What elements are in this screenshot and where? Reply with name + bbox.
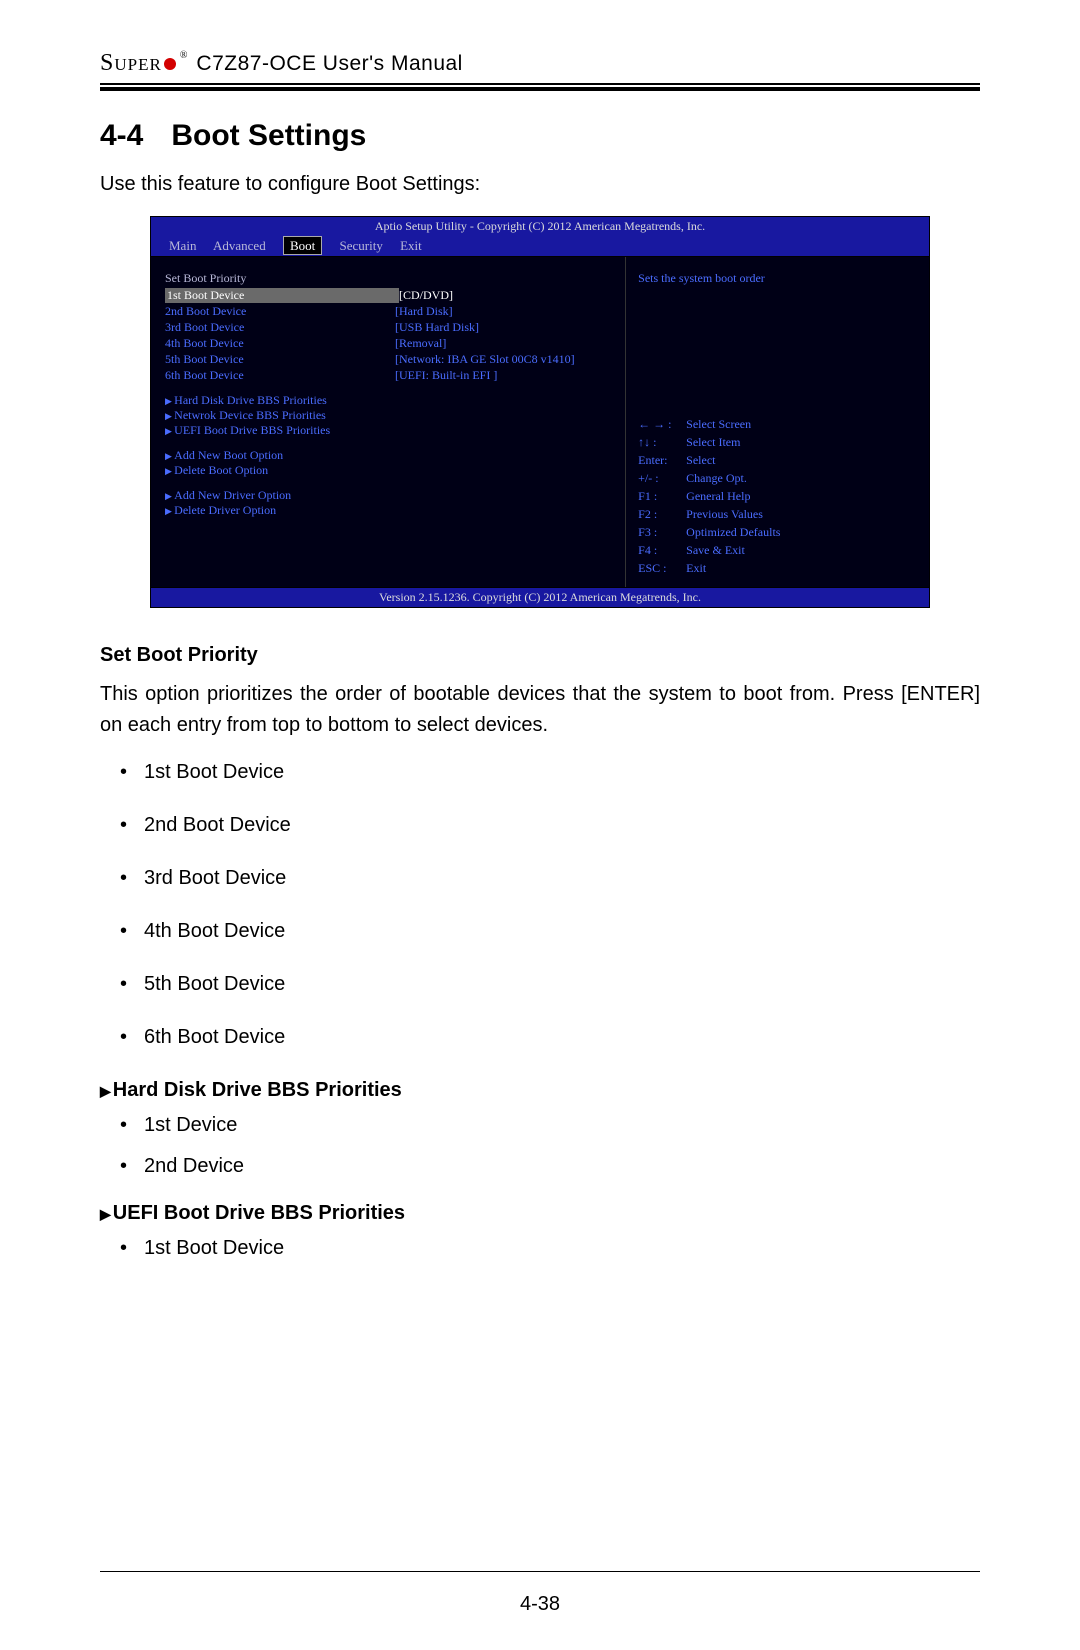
paragraph-set-boot-priority: This option prioritizes the order of boo… <box>100 679 980 741</box>
bios-boot-device-row[interactable]: 2nd Boot Device[Hard Disk] <box>165 304 611 319</box>
section-intro: Use this feature to configure Boot Setti… <box>100 173 980 196</box>
list-item: 1st Boot Device <box>144 761 980 784</box>
bios-key-row: F3 :Optimized Defaults <box>638 523 917 541</box>
bios-key-desc: General Help <box>686 487 750 505</box>
bios-boot-device-row[interactable]: 4th Boot Device[Removal] <box>165 336 611 351</box>
doc-title: C7Z87-OCE User's Manual <box>196 52 462 76</box>
bios-row-value: [Hard Disk] <box>395 304 453 319</box>
subheading-set-boot-priority: Set Boot Priority <box>100 644 980 667</box>
bios-boot-device-row[interactable]: 3rd Boot Device[USB Hard Disk] <box>165 320 611 335</box>
bios-submenu-item[interactable]: Netwrok Device BBS Priorities <box>165 408 611 423</box>
bios-key: +/- : <box>638 469 686 487</box>
bios-key: Enter: <box>638 451 686 469</box>
bios-key-row: F4 :Save & Exit <box>638 541 917 559</box>
boot-device-list: 1st Boot Device 2nd Boot Device 3rd Boot D… <box>100 761 980 1049</box>
bios-tab-bar: Main Advanced Boot Security Exit <box>150 236 930 256</box>
list-item: 4th Boot Device <box>144 920 980 943</box>
bios-key-row: ↑↓ :Select Item <box>638 433 917 451</box>
bios-right-pane: Sets the system boot order ← → :Select S… <box>625 257 929 587</box>
list-item: 3rd Boot Device <box>144 867 980 890</box>
section-title: Boot Settings <box>171 119 366 152</box>
list-item: 2nd Boot Device <box>144 814 980 837</box>
uefi-bbs-list: 1st Boot Device <box>100 1237 980 1260</box>
bios-key-desc: Select <box>686 451 715 469</box>
bios-key-desc: Save & Exit <box>686 541 745 559</box>
bios-key: F4 : <box>638 541 686 559</box>
page: Super ® C7Z87-OCE User's Manual 4-4 Boot S… <box>0 0 1080 1650</box>
subheading-hdd-bbs: Hard Disk Drive BBS Priorities <box>100 1079 980 1102</box>
bios-key-desc: Select Item <box>686 433 740 451</box>
list-item: 5th Boot Device <box>144 973 980 996</box>
bios-key-row: +/- :Change Opt. <box>638 469 917 487</box>
bios-submenu-item[interactable]: Hard Disk Drive BBS Priorities <box>165 393 611 408</box>
bios-row-key: 6th Boot Device <box>165 368 395 383</box>
bios-submenu-item[interactable]: Add New Driver Option <box>165 488 611 503</box>
bios-tab-exit[interactable]: Exit <box>400 238 422 253</box>
bios-key-row: ESC :Exit <box>638 559 917 577</box>
bios-screenshot: Aptio Setup Utility - Copyright (C) 2012… <box>150 216 930 608</box>
bios-boot-device-row[interactable]: 6th Boot Device[UEFI: Built-in EFI ] <box>165 368 611 383</box>
bios-row-value: [Removal] <box>395 336 446 351</box>
bios-help-text: Sets the system boot order <box>638 271 917 286</box>
bios-key: ↑↓ : <box>638 433 686 451</box>
list-item: 1st Device <box>144 1114 980 1137</box>
bios-row-key: 3rd Boot Device <box>165 320 395 335</box>
header-rule-thin <box>100 83 980 85</box>
registered-icon: ® <box>180 50 189 61</box>
bios-left-pane: Set Boot Priority 1st Boot Device[CD/DVD… <box>151 257 625 587</box>
bios-submenu-item[interactable]: Delete Boot Option <box>165 463 611 478</box>
section-heading: 4-4 Boot Settings <box>100 119 980 153</box>
bios-key-desc: Change Opt. <box>686 469 747 487</box>
header-rule-thick <box>100 87 980 91</box>
hdd-bbs-list: 1st Device 2nd Device <box>100 1114 980 1178</box>
bios-row-key: 4th Boot Device <box>165 336 395 351</box>
bios-key-row: F2 :Previous Values <box>638 505 917 523</box>
brand-text: Super <box>100 50 162 76</box>
bios-key: ← → : <box>638 415 686 433</box>
footer-rule <box>100 1571 980 1572</box>
bios-key-row: Enter:Select <box>638 451 917 469</box>
bios-submenu-item[interactable]: UEFI Boot Drive BBS Priorities <box>165 423 611 438</box>
list-item: 6th Boot Device <box>144 1026 980 1049</box>
bios-boot-device-row[interactable]: 1st Boot Device[CD/DVD] <box>165 288 611 303</box>
bios-row-key: 2nd Boot Device <box>165 304 395 319</box>
bios-body: Set Boot Priority 1st Boot Device[CD/DVD… <box>150 256 930 588</box>
bios-boot-device-row[interactable]: 5th Boot Device[Network: IBA GE Slot 00C… <box>165 352 611 367</box>
bios-key-desc: Optimized Defaults <box>686 523 780 541</box>
bios-row-key: 5th Boot Device <box>165 352 395 367</box>
bios-key: F3 : <box>638 523 686 541</box>
bios-key-desc: Select Screen <box>686 415 751 433</box>
subheading-uefi-bbs: UEFI Boot Drive BBS Priorities <box>100 1202 980 1225</box>
bios-row-value: [CD/DVD] <box>399 288 453 303</box>
bios-key-row: ← → :Select Screen <box>638 415 917 433</box>
bios-key: ESC : <box>638 559 686 577</box>
bios-row-key: 1st Boot Device <box>165 288 399 303</box>
page-header: Super ® C7Z87-OCE User's Manual <box>100 50 980 77</box>
brand-logo: Super ® <box>100 50 188 77</box>
bios-key-desc: Previous Values <box>686 505 763 523</box>
bios-key-legend: ← → :Select Screen↑↓ :Select ItemEnter:S… <box>638 415 917 577</box>
bios-tab-security[interactable]: Security <box>340 238 383 253</box>
bios-key: F2 : <box>638 505 686 523</box>
bios-title-bar: Aptio Setup Utility - Copyright (C) 2012… <box>150 216 930 236</box>
bios-footer: Version 2.15.1236. Copyright (C) 2012 Am… <box>150 588 930 608</box>
bios-key-row: F1 :General Help <box>638 487 917 505</box>
brand-dot-icon <box>164 58 176 70</box>
bios-submenu-item[interactable]: Delete Driver Option <box>165 503 611 518</box>
bios-submenu-item[interactable]: Add New Boot Option <box>165 448 611 463</box>
bios-key-desc: Exit <box>686 559 706 577</box>
bios-row-value: [USB Hard Disk] <box>395 320 479 335</box>
bios-left-heading: Set Boot Priority <box>165 271 611 286</box>
section-number: 4-4 <box>100 119 143 152</box>
bios-tab-main[interactable]: Main <box>169 238 196 253</box>
bios-tab-boot[interactable]: Boot <box>283 236 322 255</box>
list-item: 2nd Device <box>144 1155 980 1178</box>
bios-key: F1 : <box>638 487 686 505</box>
bios-row-value: [Network: IBA GE Slot 00C8 v1410] <box>395 352 575 367</box>
bios-row-value: [UEFI: Built-in EFI ] <box>395 368 497 383</box>
page-number: 4-38 <box>0 1593 1080 1616</box>
list-item: 1st Boot Device <box>144 1237 980 1260</box>
bios-tab-advanced[interactable]: Advanced <box>213 238 266 253</box>
